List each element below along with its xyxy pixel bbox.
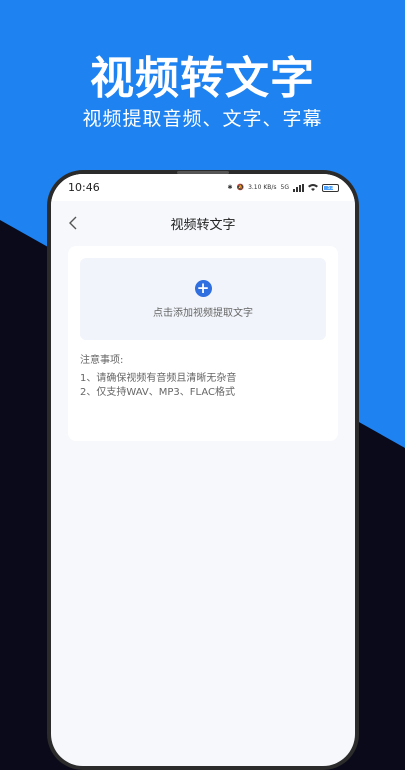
back-icon[interactable]	[65, 214, 83, 232]
upload-video-button[interactable]: + 点击添加视频提取文字	[80, 258, 326, 340]
upload-card: + 点击添加视频提取文字 注意事项: 1、请确保视频有音频且清晰无杂音 2、仅支…	[68, 246, 338, 441]
notes-section: 注意事项: 1、请确保视频有音频且清晰无杂音 2、仅支持WAV、MP3、FLAC…	[80, 354, 236, 400]
nav-bar: 视频转文字	[51, 201, 355, 245]
bluetooth-icon: ✱	[227, 184, 233, 191]
status-bar: 10:46 ✱ 🔕 3.10 KB/s 5G 51	[51, 174, 355, 201]
mute-icon: 🔕	[236, 184, 245, 191]
battery-level: 51	[327, 184, 334, 191]
notes-item: 1、请确保视频有音频且清晰无杂音	[80, 373, 237, 384]
promo-title: 视频转文字	[90, 53, 315, 104]
network-type: 5G	[280, 184, 289, 191]
promo-subtitle: 视频提取音频、文字、字幕	[82, 108, 323, 130]
notes-title: 注意事项:	[80, 355, 124, 366]
phone-frame: 10:46 ✱ 🔕 3.10 KB/s 5G 51 视频转文字 + 点击添加视频…	[47, 170, 359, 770]
signal-icon	[293, 183, 304, 192]
notes-item: 2、仅支持WAV、MP3、FLAC格式	[80, 387, 235, 398]
status-time: 10:46	[68, 181, 100, 194]
status-icons: ✱ 🔕 3.10 KB/s 5G 51	[228, 183, 339, 193]
speed-text: 3.10 KB/s	[248, 184, 277, 191]
upload-label: 点击添加视频提取文字	[153, 307, 253, 319]
phone-screen: 10:46 ✱ 🔕 3.10 KB/s 5G 51 视频转文字 + 点击添加视频…	[51, 174, 355, 766]
battery-icon: 51	[322, 183, 339, 192]
wifi-icon	[308, 183, 318, 193]
page-title: 视频转文字	[170, 217, 236, 233]
plus-icon[interactable]: +	[194, 279, 212, 297]
